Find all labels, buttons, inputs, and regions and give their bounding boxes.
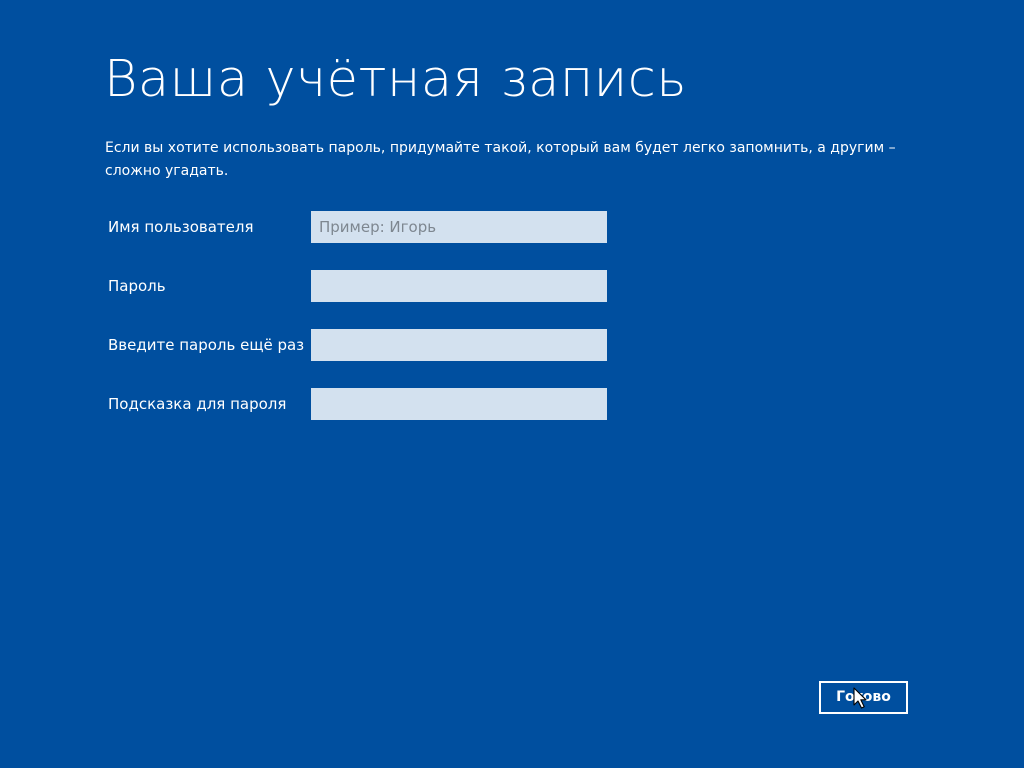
password-hint-input[interactable] — [311, 388, 607, 420]
done-button[interactable]: Готово — [819, 681, 908, 714]
password-label: Пароль — [108, 277, 166, 295]
username-input[interactable] — [311, 211, 607, 243]
username-row: Имя пользователя — [108, 211, 608, 243]
page-description: Если вы хотите использовать пароль, прид… — [105, 140, 896, 179]
password-hint-row: Подсказка для пароля — [108, 388, 608, 420]
username-label: Имя пользователя — [108, 218, 254, 236]
confirm-password-input[interactable] — [311, 329, 607, 361]
password-hint-label: Подсказка для пароля — [108, 395, 287, 413]
password-row: Пароль — [108, 270, 608, 302]
password-input[interactable] — [311, 270, 607, 302]
confirm-password-row: Введите пароль ещё раз — [108, 329, 608, 361]
account-setup-screen: Ваша учётная запись Если вы хотите испол… — [0, 0, 1024, 768]
confirm-password-label: Введите пароль ещё раз — [108, 336, 305, 354]
page-title: Ваша учётная запись — [104, 50, 687, 109]
